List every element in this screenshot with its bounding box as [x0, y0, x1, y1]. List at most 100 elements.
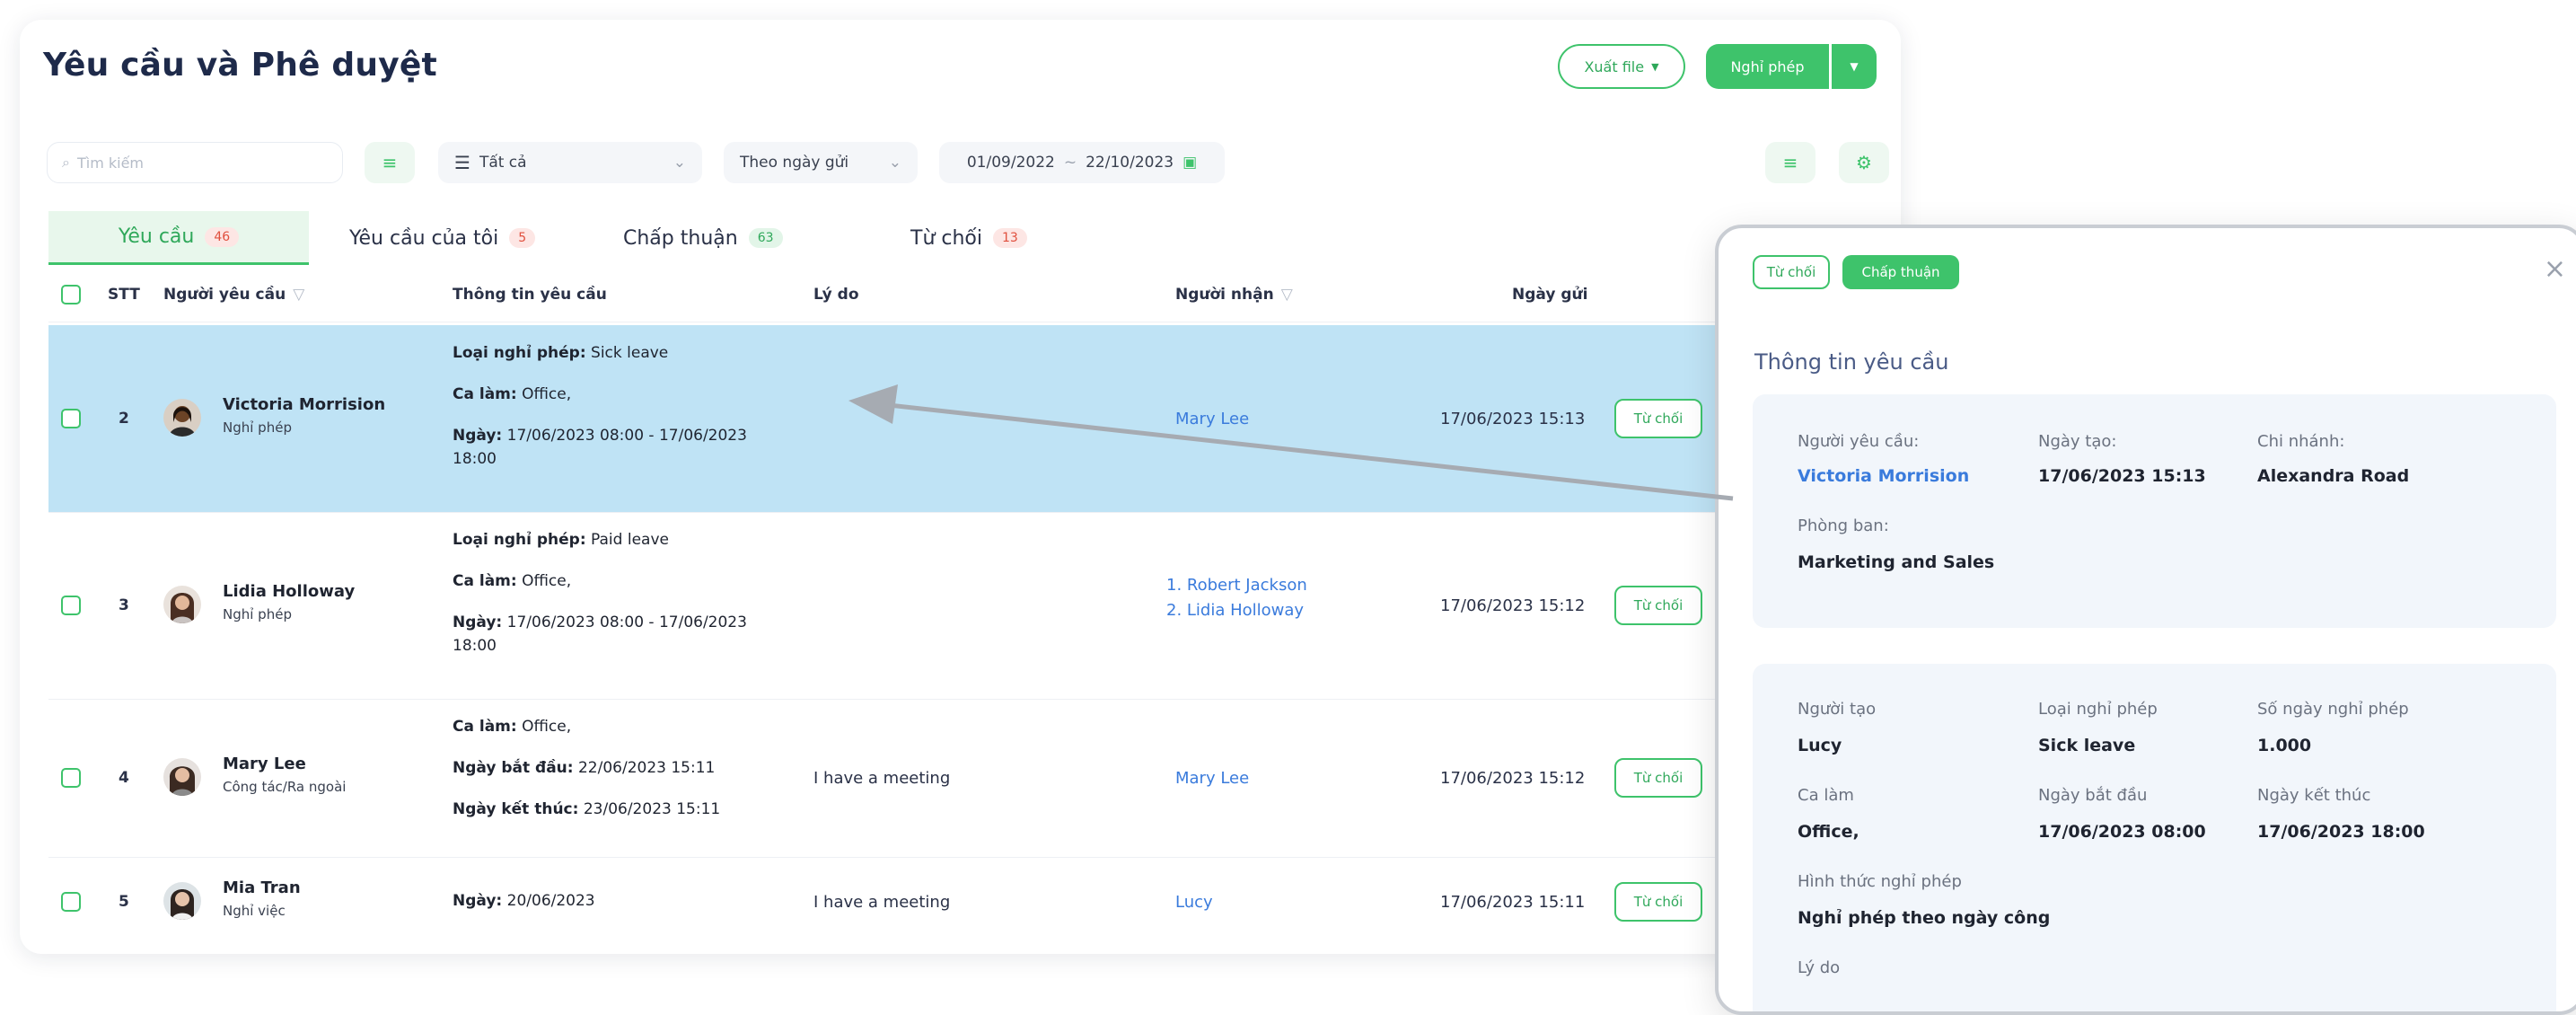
info-value: 23/06/2023 15:11: [578, 800, 721, 818]
settings-button[interactable]: ⚙: [1839, 142, 1889, 183]
count-badge: 46: [205, 226, 240, 247]
table-row[interactable]: 2 Victoria Morrision Nghỉ phép Loại nghỉ…: [48, 325, 1880, 513]
info-value-cont: 18:00: [453, 637, 497, 655]
reject-button[interactable]: Từ chối: [1614, 586, 1702, 625]
tab-approved[interactable]: Chấp thuận 63: [623, 211, 783, 265]
row-checkbox[interactable]: [61, 409, 81, 428]
info-key: Ngày:: [453, 427, 503, 445]
sent-date: 17/06/2023 15:13: [1440, 410, 1586, 428]
request-detail-panel: Từ chối Chấp thuận × Thông tin yêu cầu N…: [1715, 225, 2576, 1015]
info-line: Ngày bắt đầu: 22/06/2023 15:11: [453, 756, 794, 780]
tab-requests[interactable]: Yêu cầu 46: [48, 211, 309, 265]
info-value: Office,: [516, 572, 572, 590]
receiver-link[interactable]: Lucy: [1175, 893, 1213, 912]
row-checkbox[interactable]: [61, 892, 81, 912]
shift-label: Ca làm: [1798, 786, 1854, 805]
request-info: Loại nghỉ phép: Sick leave Ca làm: Offic…: [453, 341, 794, 471]
sent-date: 17/06/2023 15:11: [1440, 893, 1586, 912]
request-type: Nghỉ phép: [223, 419, 292, 436]
search-input[interactable]: ⌕ Tìm kiếm: [47, 142, 343, 183]
filter-icon[interactable]: ▽: [293, 286, 304, 304]
calendar-icon: ▣: [1182, 154, 1198, 172]
leave-form-label: Hình thức nghỉ phép: [1798, 872, 1962, 891]
info-value: 20/06/2023: [502, 892, 595, 910]
info-line: Ngày: 17/06/2023 08:00 - 17/06/2023: [453, 611, 794, 634]
created-label: Ngày tạo:: [2038, 432, 2117, 451]
request-info: Ngày: 20/06/2023: [453, 889, 794, 913]
list-view-button[interactable]: ≡: [1765, 142, 1816, 183]
info-value: 17/06/2023 08:00 - 17/06/2023: [502, 613, 747, 631]
type-select[interactable]: ☰ Tất cả ⌄: [438, 142, 702, 183]
header-reason: Lý do: [813, 286, 859, 304]
table-header: STT Người yêu cầu ▽ Thông tin yêu cầu Lý…: [48, 268, 1880, 322]
table-row[interactable]: 5 Mia Tran Nghỉ việc Ngày: 20/06/2023 I …: [48, 857, 1880, 947]
requester-link[interactable]: Victoria Morrision: [1798, 466, 1969, 486]
close-icon[interactable]: ×: [2544, 253, 2566, 285]
receiver-link[interactable]: Mary Lee: [1175, 769, 1249, 788]
tab-bar: Yêu cầu 46 Yêu cầu của tôi 5 Chấp thuận …: [48, 211, 1898, 265]
header-receiver-label: Người nhận: [1175, 286, 1274, 304]
header-requester[interactable]: Người yêu cầu ▽: [163, 286, 304, 304]
menu-icon: ≡: [1782, 152, 1798, 173]
sent-date: 17/06/2023 15:12: [1440, 596, 1586, 615]
creator-label: Người tạo: [1798, 700, 1877, 719]
tab-label: Chấp thuận: [623, 226, 738, 250]
tab-rejected[interactable]: Từ chối 13: [910, 211, 1027, 265]
row-checkbox[interactable]: [61, 596, 81, 615]
table-row[interactable]: 3 Lidia Holloway Nghỉ phép Loại nghỉ phé…: [48, 512, 1880, 700]
gear-icon: ⚙: [1856, 152, 1872, 173]
reject-button[interactable]: Từ chối: [1614, 399, 1702, 438]
receiver-link[interactable]: 2. Lidia Holloway: [1166, 598, 1307, 623]
header-info: Thông tin yêu cầu: [453, 286, 607, 304]
chevron-down-icon: ▼: [1651, 60, 1659, 73]
filter-settings-button[interactable]: ≡: [365, 142, 415, 183]
avatar: [163, 758, 201, 796]
receiver-link[interactable]: Mary Lee: [1175, 410, 1249, 428]
shift-value: Office,: [1798, 822, 1859, 842]
count-badge: 13: [993, 228, 1027, 248]
panel-reject-button[interactable]: Từ chối: [1753, 255, 1830, 289]
date-range-picker[interactable]: 01/09/2022 ~ 22/10/2023 ▣: [939, 142, 1225, 183]
tab-label: Yêu cầu: [118, 225, 195, 248]
table-row[interactable]: 4 Mary Lee Công tác/Ra ngoài Ca làm: Off…: [48, 699, 1880, 858]
info-value: 17/06/2023 08:00 - 17/06/2023: [502, 427, 747, 445]
date-mode-select[interactable]: Theo ngày gửi ⌄: [724, 142, 918, 183]
reason-label: Lý do: [1798, 958, 1841, 977]
info-key: Ca làm:: [453, 718, 517, 736]
info-key: Ca làm:: [453, 385, 517, 403]
requester-name: Mia Tran: [223, 878, 301, 897]
date-mode-value: Theo ngày gửi: [740, 154, 849, 172]
header-receiver[interactable]: Người nhận ▽: [1175, 286, 1293, 304]
panel-approve-button[interactable]: Chấp thuận: [1842, 255, 1959, 289]
reason-text: I have a meeting: [813, 893, 951, 912]
leave-type-value: Sick leave: [2038, 736, 2136, 755]
date-separator: ~: [1063, 154, 1077, 172]
leave-button[interactable]: Nghỉ phép: [1706, 44, 1829, 89]
export-button[interactable]: Xuất file ▼: [1558, 44, 1685, 89]
reject-button[interactable]: Từ chối: [1614, 882, 1702, 922]
row-stt: 3: [119, 596, 129, 614]
filter-icon[interactable]: ▽: [1281, 286, 1293, 304]
info-key: Ngày kết thúc:: [453, 800, 579, 818]
info-line: Ca làm: Office,: [453, 383, 794, 406]
sent-date: 17/06/2023 15:12: [1440, 769, 1586, 788]
receiver-link[interactable]: 1. Robert Jackson: [1166, 573, 1307, 598]
info-key: Ngày:: [453, 613, 503, 631]
request-type: Công tác/Ra ngoài: [223, 779, 347, 795]
info-value: Office,: [516, 718, 572, 736]
tab-label: Yêu cầu của tôi: [349, 226, 499, 250]
leave-dropdown-button[interactable]: ▼: [1832, 44, 1877, 89]
tab-my-requests[interactable]: Yêu cầu của tôi 5: [349, 211, 536, 265]
header-requester-label: Người yêu cầu: [163, 286, 286, 304]
select-all-checkbox[interactable]: [61, 285, 81, 304]
requester-name: Lidia Holloway: [223, 582, 356, 601]
row-checkbox[interactable]: [61, 768, 81, 788]
search-icon: ⌕: [62, 154, 70, 171]
info-line: Loại nghỉ phép: Sick leave: [453, 341, 794, 365]
row-stt: 2: [119, 410, 129, 428]
info-value-cont: 18:00: [453, 450, 497, 468]
count-badge: 63: [748, 228, 783, 248]
receiver-list: 1. Robert Jackson 2. Lidia Holloway: [1166, 573, 1307, 623]
reject-button[interactable]: Từ chối: [1614, 758, 1702, 798]
requester: Victoria Morrision Nghỉ phép: [223, 395, 385, 436]
